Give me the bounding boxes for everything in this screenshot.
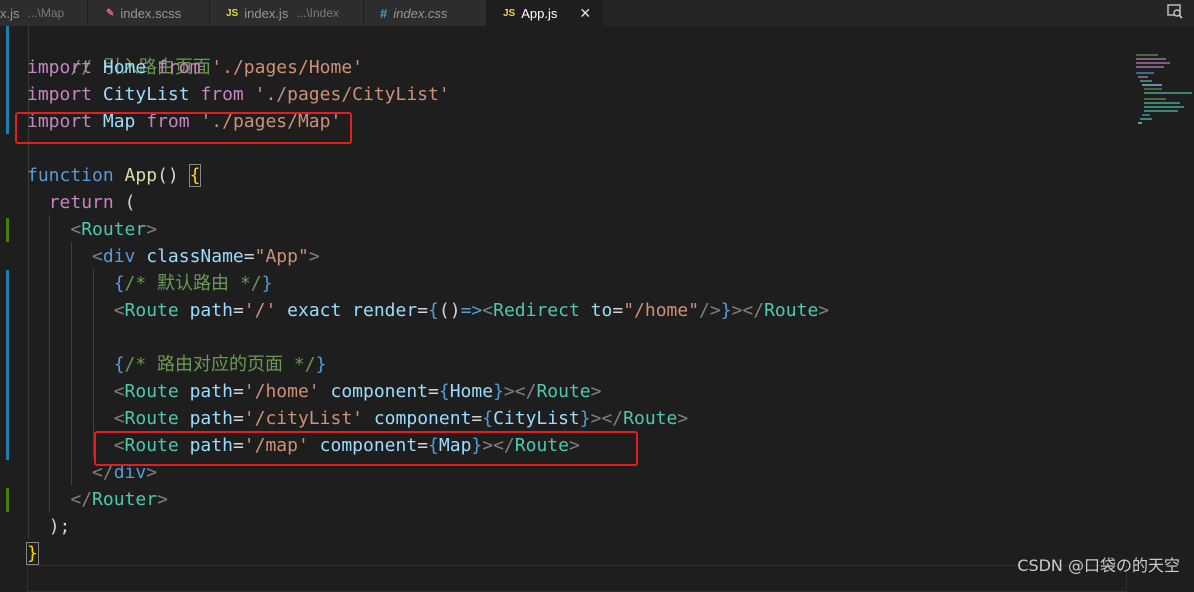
tab-label: index.scss [120, 5, 182, 21]
css-file-icon: # [380, 5, 388, 21]
gutter-added-marker [6, 218, 9, 242]
js-file-icon: JS [226, 7, 239, 19]
jsx-tag: div [102, 246, 136, 267]
code-line: // 引入路由页面 [27, 27, 211, 78]
string: '/' [243, 300, 277, 321]
watermark: CSDN @口袋の的天空 [1017, 556, 1180, 575]
keyword: return [48, 192, 114, 213]
jsx-tag: Route [536, 381, 591, 402]
tab-label: index.js [244, 5, 289, 21]
code-line: function App() { [27, 164, 202, 187]
jsx-attribute: to [590, 300, 613, 321]
jsx-tag: Router [81, 219, 147, 240]
code-line: <Route path='/cityList' component={CityL… [113, 408, 689, 429]
jsx-attribute: component [330, 381, 429, 402]
highlight-box-import-map [15, 112, 352, 144]
highlight-box-map-route [94, 431, 638, 466]
code-line: import Home from './pages/Home' [27, 54, 363, 81]
jsx-tag: Route [124, 300, 179, 321]
tab-index-scss[interactable]: ✎ index.scss [88, 0, 210, 26]
tab-label: index.css [393, 5, 448, 21]
identifier: CityList [493, 408, 580, 429]
code-line: <div className="App"> [92, 246, 320, 267]
comment: /* 默认路由 */ [124, 273, 262, 294]
code-line: {/* 路由对应的页面 */} [113, 354, 327, 375]
jsx-tag: Route [623, 408, 678, 429]
tab-map-index-js[interactable]: x.js ...\Map [0, 0, 88, 26]
tab-index-css[interactable]: # index.css [364, 0, 487, 26]
gutter-added-marker [6, 488, 9, 512]
jsx-tag: Route [124, 408, 179, 429]
tab-app-js[interactable]: JS App.js ✕ [487, 0, 603, 26]
string: '/cityList' [243, 408, 363, 429]
keyword: import [27, 84, 93, 105]
string: './pages/CityList' [254, 84, 450, 105]
jsx-tag: Redirect [493, 300, 580, 321]
keyword: from [200, 84, 244, 105]
string: './pages/Home' [211, 57, 363, 78]
jsx-attribute: render [352, 300, 418, 321]
editor-tab-bar: x.js ...\Map ✎ index.scss JS index.js ..… [0, 0, 1194, 26]
identifier: Home [102, 57, 147, 78]
identifier: Home [449, 381, 494, 402]
jsx-attribute: component [373, 408, 472, 429]
jsx-attribute: path [189, 300, 233, 321]
keyword: function [27, 165, 114, 186]
tab-label: x.js [0, 5, 20, 21]
tab-description: ...\Index [296, 6, 340, 20]
code-line: <Route path='/home' component={Home}></R… [113, 381, 602, 402]
keyword: import [27, 57, 93, 78]
string: '/home' [243, 381, 320, 402]
code-line: {/* 默认路由 */} [113, 273, 273, 294]
js-file-icon: JS [503, 7, 516, 19]
code-line: return ( [48, 192, 136, 213]
code-line: ); [48, 516, 71, 537]
jsx-attribute: exact [287, 300, 342, 321]
string: "/home" [623, 300, 700, 321]
tab-description: ...\Map [27, 6, 65, 20]
comment: /* 路由对应的页面 */ [124, 354, 316, 375]
code-line: </Router> [70, 489, 168, 510]
gutter-modified-marker [6, 26, 9, 134]
current-line-highlight [27, 565, 1127, 592]
function-name: App [124, 165, 158, 186]
jsx-attribute: path [189, 408, 233, 429]
open-preview-icon[interactable] [1166, 2, 1184, 20]
identifier: CityList [102, 84, 190, 105]
jsx-tag: Route [764, 300, 819, 321]
keyword: from [157, 57, 201, 78]
code-line: import CityList from './pages/CityList' [27, 81, 450, 108]
tab-label: App.js [521, 5, 558, 21]
tab-index-js[interactable]: JS index.js ...\Index [210, 0, 364, 26]
string: "App" [254, 246, 309, 267]
scss-icon: ✎ [106, 7, 115, 19]
code-line: <Route path='/' exact render={()=><Redir… [113, 300, 830, 321]
jsx-attribute: className [146, 246, 244, 267]
jsx-tag: Route [124, 381, 179, 402]
close-icon[interactable]: ✕ [579, 5, 591, 22]
minimap[interactable] [1134, 52, 1194, 132]
code-line: } [26, 542, 39, 565]
gutter-modified-marker [6, 270, 9, 460]
jsx-attribute: path [189, 381, 233, 402]
code-line: <Router> [70, 219, 158, 240]
code-editor[interactable]: // 引入路由页面 import Home from './pages/Home… [0, 26, 1194, 592]
jsx-tag: Router [92, 489, 158, 510]
